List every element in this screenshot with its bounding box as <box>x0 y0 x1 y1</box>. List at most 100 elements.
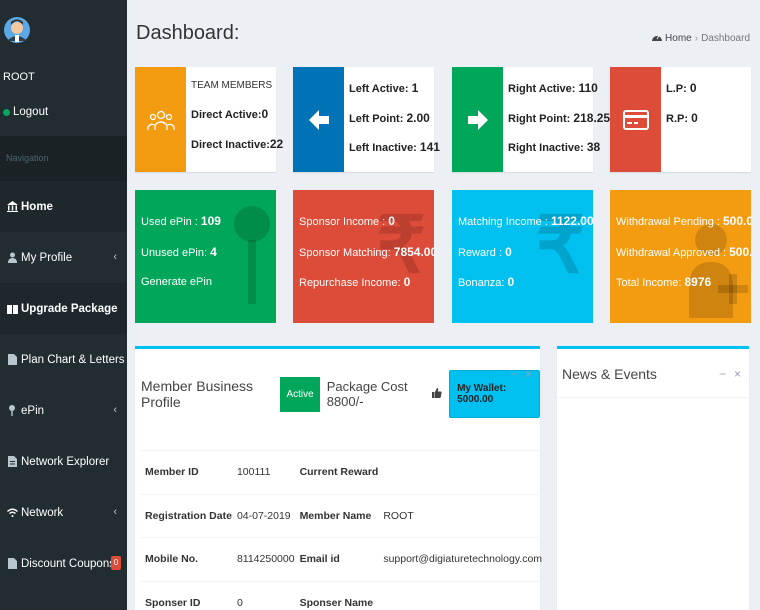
stat-value: 0 <box>689 81 697 95</box>
team-icon <box>135 67 186 172</box>
stat-label: Right Point: <box>508 112 571 125</box>
stat-value: 4 <box>210 244 217 259</box>
stat-value: 500.00 <box>723 214 751 228</box>
stat-value: 500.00 <box>729 244 751 259</box>
small-box-epin: Used ePin : 109 Unused ePin: 4 Generate … <box>135 190 276 323</box>
close-button[interactable]: × <box>734 367 741 381</box>
chevron-left-icon: ‹ <box>113 404 117 416</box>
divider <box>557 397 749 398</box>
sidebar: ROOT Logout Navigation Home My Profile ‹… <box>0 0 127 610</box>
stat-value: 8976 <box>684 275 712 289</box>
box-tools: − × <box>510 367 532 381</box>
profile-table: Member ID 100111 Current Reward Registra… <box>140 450 543 610</box>
table-row: Sponser ID 0 Sponser Name <box>140 580 543 610</box>
file-icon <box>6 354 18 366</box>
box-title: Member Business Profile <box>141 378 254 410</box>
generate-epin-link[interactable]: Generate ePin <box>141 268 221 298</box>
field-label: Registration Date <box>140 493 232 538</box>
stat-label: Right Inactive: <box>508 142 584 154</box>
stat-label: Left Active: <box>349 83 409 95</box>
field-label: Member Name <box>294 493 379 538</box>
field-value: ROOT <box>378 493 543 538</box>
field-label: Sponser Name <box>294 580 379 610</box>
thumbs-up-icon <box>432 387 442 401</box>
file-text-icon <box>6 456 18 468</box>
sidebar-item-label: Plan Chart & Letters <box>21 353 125 366</box>
field-value: 04-07-2019 <box>231 493 295 538</box>
avatar <box>4 17 30 43</box>
field-label: Mobile No. <box>140 537 232 581</box>
info-box-team-members: TEAM MEMBERS Direct Active:0 Direct Inac… <box>135 67 283 172</box>
sidebar-item-upgrade-package[interactable]: Upgrade Package <box>0 283 127 334</box>
sidebar-item-label: Network <box>21 506 64 519</box>
pin-icon <box>234 206 270 304</box>
info-box-right: Right Active: 110 Right Point: 218.25 Ri… <box>452 67 610 172</box>
profile-header: Member Business Profile Active Package C… <box>141 370 540 418</box>
close-button[interactable]: × <box>525 367 532 381</box>
stat-label: Sponsor Income : <box>299 216 389 228</box>
field-value <box>378 580 543 610</box>
field-label: Sponser ID <box>140 580 232 610</box>
stat-label: Total Income: <box>616 277 685 289</box>
field-value: 100111 <box>231 450 295 494</box>
stat-label: Bonanza: <box>458 277 508 289</box>
stat-value: 0 <box>691 110 698 125</box>
user-icon <box>6 252 18 264</box>
logout-label: Logout <box>13 106 49 118</box>
main-content: Dashboard: Home › Dashboard TEAM MEMBERS… <box>127 0 760 610</box>
credit-card-icon <box>610 67 661 172</box>
stat-label: L.P: <box>666 83 687 95</box>
user-name: ROOT <box>3 71 35 83</box>
stat-label: Withdrawal Approved : <box>616 246 730 259</box>
box-title: News & Events <box>562 366 657 382</box>
sidebar-item-label: ePin <box>21 404 45 417</box>
stat-label: Generate ePin <box>141 276 212 288</box>
stat-label: Sponsor Matching: <box>299 246 394 259</box>
table-row: Member ID 100111 Current Reward <box>140 450 543 494</box>
field-value <box>378 450 543 494</box>
minimize-button[interactable]: − <box>719 367 726 381</box>
small-box-matching: ₹ Matching Income : 1122.00 Reward : 0 B… <box>452 190 593 323</box>
sidebar-item-label: Network Explorer <box>21 455 110 468</box>
logout-link[interactable]: Logout <box>3 106 48 118</box>
book-icon <box>6 303 18 315</box>
breadcrumb-home-link[interactable]: Home <box>665 33 692 44</box>
stat-label: Direct Active: <box>191 109 262 121</box>
stat-value: 0 <box>261 107 269 121</box>
sidebar-item-network-explorer[interactable]: Network Explorer <box>0 436 127 487</box>
arrow-left-icon <box>293 67 344 172</box>
member-profile-box: Member Business Profile Active Package C… <box>135 346 543 610</box>
nav-header: Navigation <box>0 136 127 181</box>
stat-value: 0 <box>507 275 515 289</box>
sidebar-item-discount-coupons[interactable]: Discount Coupons 0 <box>0 538 127 589</box>
stat-label: R.P: <box>666 112 688 125</box>
field-label: Member ID <box>140 450 232 494</box>
sidebar-item-label: Discount Coupons <box>21 557 115 570</box>
online-status-icon <box>3 108 10 116</box>
team-members-heading: TEAM MEMBERS <box>191 80 273 91</box>
pin-icon <box>6 405 18 417</box>
sidebar-item-network[interactable]: Network ‹ <box>0 487 127 538</box>
stat-label: Matching Income : <box>458 216 551 228</box>
arrow-right-icon <box>452 67 503 172</box>
box-tools: − × <box>719 367 741 381</box>
sidebar-item-my-profile[interactable]: My Profile ‹ <box>0 232 127 283</box>
wifi-icon <box>6 507 18 519</box>
sidebar-item-home[interactable]: Home <box>0 181 127 232</box>
status-badge: Active <box>280 376 320 412</box>
stat-label: Used ePin : <box>141 216 201 228</box>
sidebar-item-plan-chart[interactable]: Plan Chart & Letters <box>0 334 127 385</box>
sidebar-item-epin[interactable]: ePin ‹ <box>0 385 127 436</box>
stat-label: Unused ePin: <box>141 246 211 259</box>
minimize-button[interactable]: − <box>510 367 517 381</box>
field-value: support@digiaturetechnology.com <box>378 537 543 581</box>
breadcrumb: Home › Dashboard <box>652 32 750 44</box>
news-events-box: News & Events − × <box>557 346 749 610</box>
info-box-points: L.P: 0 R.P: 0 <box>610 67 751 172</box>
sidebar-item-label: My Profile <box>21 251 73 264</box>
file-icon <box>6 558 18 570</box>
breadcrumb-separator: › <box>694 32 699 44</box>
count-badge: 0 <box>111 556 121 570</box>
stat-label: Left Inactive: <box>349 142 417 154</box>
stat-value: 141 <box>419 140 440 154</box>
